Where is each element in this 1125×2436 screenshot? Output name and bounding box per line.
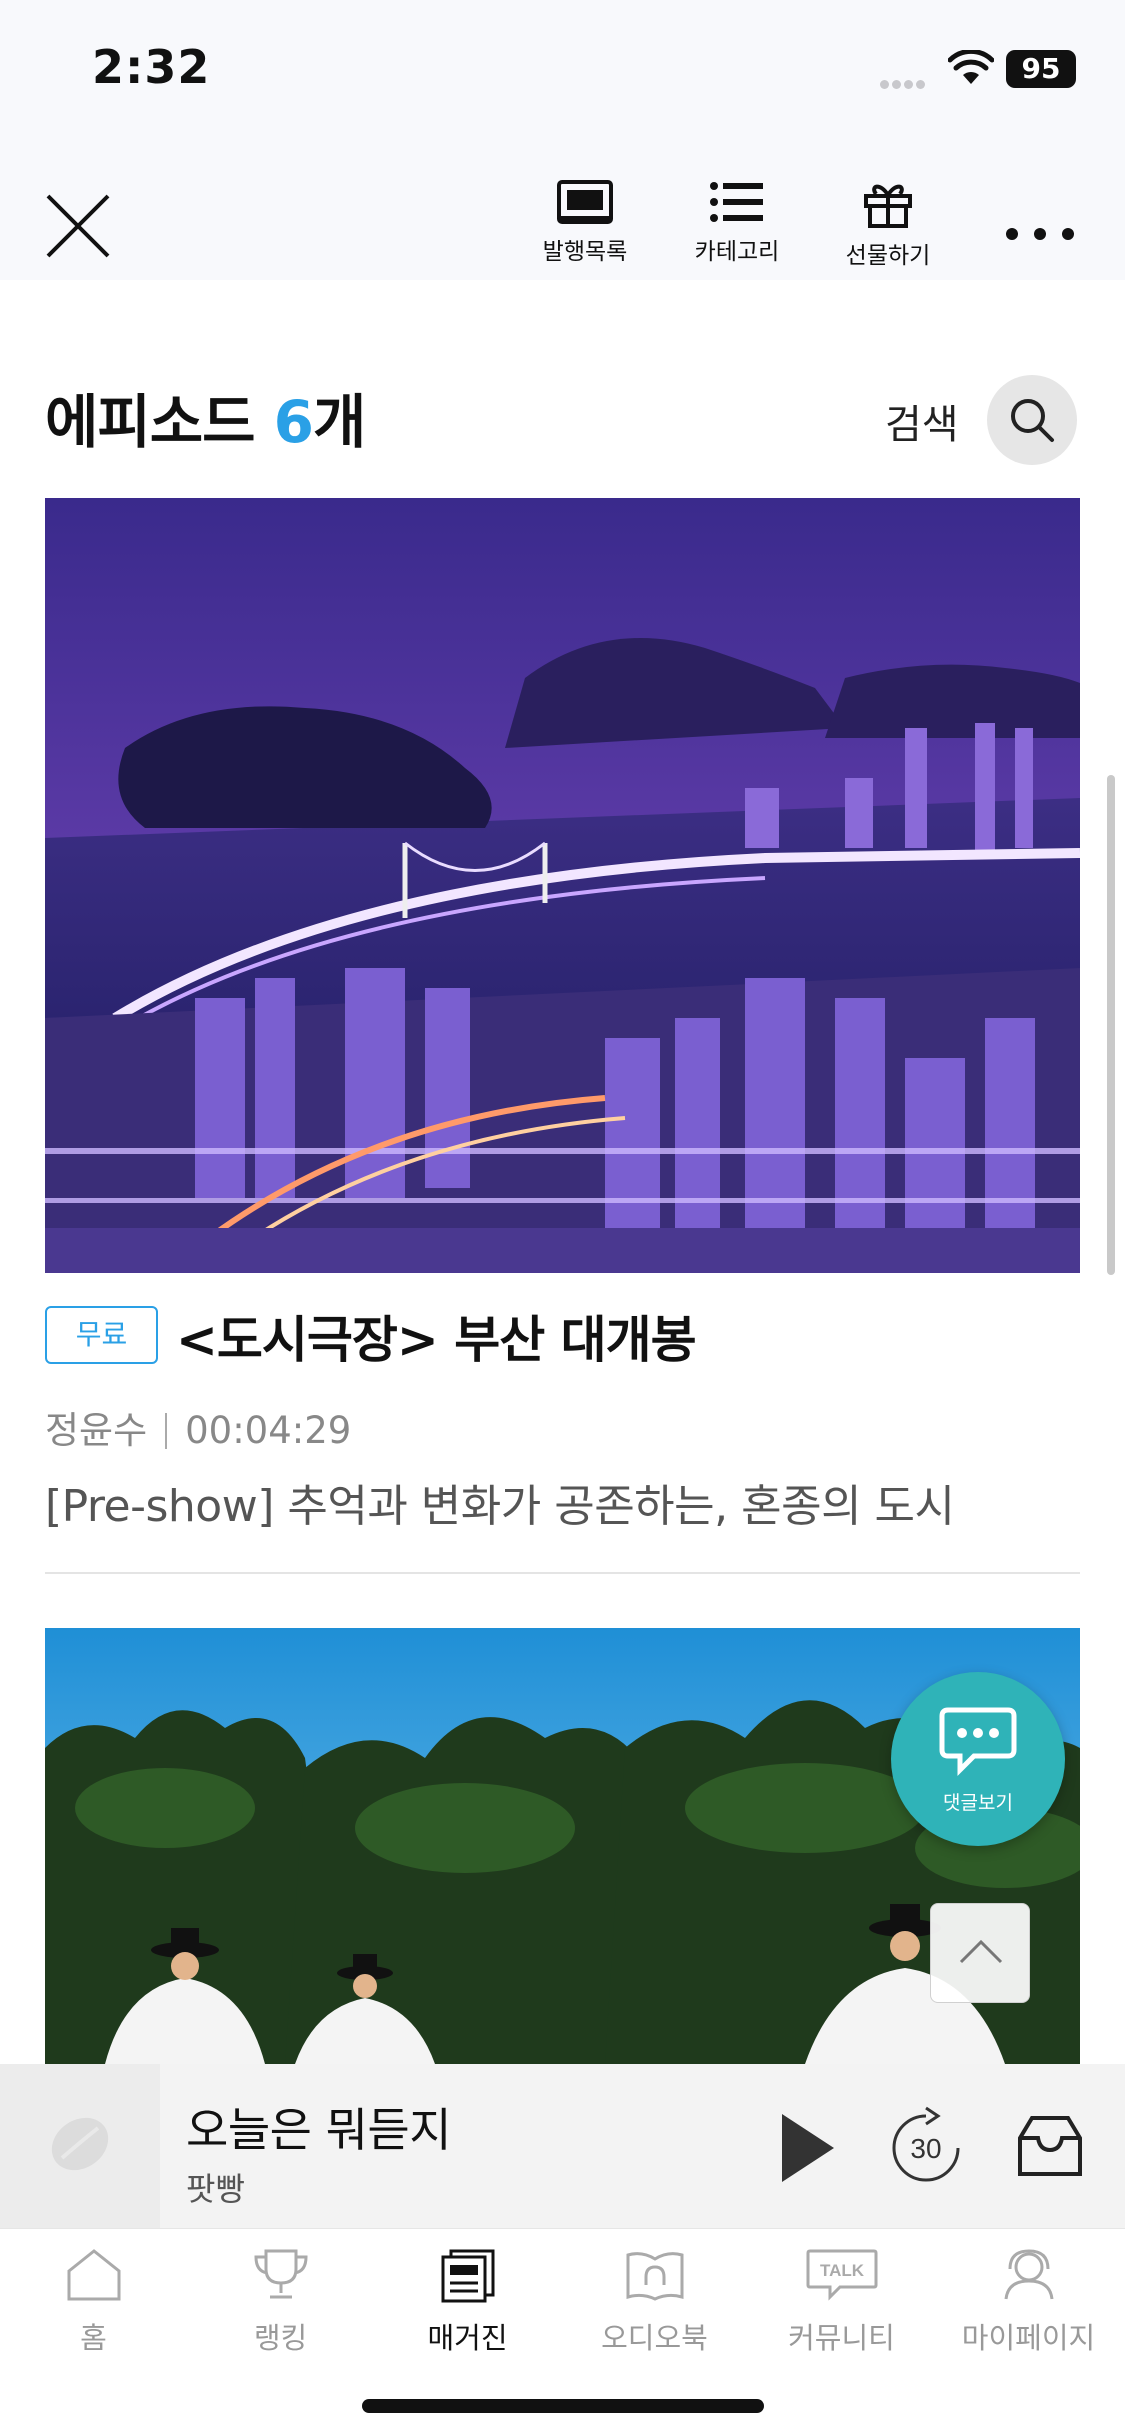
tab-home[interactable]: 홈 — [0, 2247, 187, 2357]
magazine-icon — [441, 2249, 494, 2303]
search-label[interactable]: 검색 — [885, 392, 959, 450]
gift-button[interactable]: 선물하기 — [833, 180, 943, 280]
player-title: 오늘은 뭐듣지 — [186, 2103, 452, 2157]
chat-bubble-icon — [939, 1707, 1017, 1777]
episode-meta: 정윤수 00:04:29 — [45, 1400, 351, 1454]
gift-label: 선물하기 — [845, 243, 931, 269]
cellular-signal-icon — [880, 74, 932, 89]
episodes-count: 6 — [273, 388, 314, 456]
tab-label: 마이페이지 — [961, 2321, 1096, 2355]
skip-seconds: 30 — [910, 2133, 941, 2164]
tab-label: 홈 — [80, 2321, 107, 2355]
meta-separator — [165, 1413, 168, 1449]
skip-forward-30-icon[interactable]: 30 — [886, 2106, 966, 2186]
free-badge: 무료 — [45, 1306, 158, 1364]
category-list-icon — [710, 182, 763, 222]
tab-community[interactable]: TALK 커뮤니티 — [748, 2247, 935, 2357]
scroll-to-top-button[interactable] — [930, 1903, 1030, 2003]
trophy-icon — [253, 2249, 308, 2299]
divider — [45, 1572, 1080, 1574]
play-icon[interactable] — [770, 2108, 840, 2188]
category-label: 카테고리 — [694, 239, 780, 265]
tab-label: 오디오북 — [601, 2321, 708, 2355]
issue-list-label: 발행목록 — [542, 239, 628, 265]
comment-label: 댓글보기 — [943, 1792, 1013, 1814]
inbox-icon[interactable] — [1014, 2112, 1086, 2182]
episodes-title: 에피소드 — [45, 388, 274, 456]
episode-duration: 00:04:29 — [185, 1409, 352, 1452]
top-navigation: 발행목록 카테고리 선물하기 — [0, 140, 1125, 280]
status-time: 2:32 — [92, 40, 211, 94]
player-artwork — [0, 2064, 160, 2228]
tab-label: 랭킹 — [253, 2321, 308, 2355]
search-icon — [1011, 399, 1054, 442]
chevron-up-icon — [959, 1939, 1003, 1964]
episodes-header: 에피소드 6개 — [45, 375, 366, 459]
audiobook-icon — [626, 2252, 683, 2301]
talk-icon: TALK — [806, 2249, 877, 2301]
player-subtitle: 팟빵 — [186, 2170, 245, 2208]
issue-list-button[interactable]: 발행목록 — [530, 180, 640, 280]
wifi-icon — [948, 50, 994, 84]
battery-indicator: 95 — [1006, 50, 1076, 88]
tab-mypage[interactable]: 마이페이지 — [935, 2247, 1122, 2357]
tab-magazine[interactable]: 매거진 — [374, 2247, 561, 2357]
category-button[interactable]: 카테고리 — [682, 180, 792, 280]
episode-description: [Pre-show] 추억과 변화가 공존하는, 혼종의 도시 — [45, 1481, 955, 1532]
home-icon — [67, 2249, 120, 2301]
search-button[interactable] — [987, 375, 1077, 465]
issue-list-icon — [557, 180, 613, 224]
tab-ranking[interactable]: 랭킹 — [187, 2247, 374, 2357]
episode-author: 정윤수 — [45, 1409, 148, 1452]
episode-thumbnail[interactable] — [45, 498, 1080, 1273]
more-options-icon[interactable] — [1000, 214, 1080, 254]
profile-icon — [1004, 2249, 1053, 2300]
comment-button[interactable]: 댓글보기 — [891, 1672, 1065, 1846]
tab-audiobook[interactable]: 오디오북 — [561, 2247, 748, 2357]
svg-text:TALK: TALK — [819, 2261, 864, 2280]
busan-night-bridge-photo — [45, 498, 1080, 1273]
close-icon[interactable] — [42, 190, 114, 262]
status-bar: 2:32 95 — [0, 0, 1125, 140]
episode-title[interactable]: <도시극장> 부산 대개봉 — [176, 1300, 697, 1372]
episodes-title-suffix: 개 — [313, 388, 366, 456]
mini-player[interactable]: 오늘은 뭐듣지 팟빵 30 — [0, 2064, 1125, 2228]
scrollbar[interactable] — [1107, 775, 1115, 1275]
home-indicator[interactable] — [362, 2399, 764, 2413]
gift-icon — [864, 184, 912, 228]
tab-label: 커뮤니티 — [788, 2321, 895, 2355]
tab-label: 매거진 — [427, 2321, 508, 2355]
bean-logo-icon — [51, 2117, 109, 2171]
